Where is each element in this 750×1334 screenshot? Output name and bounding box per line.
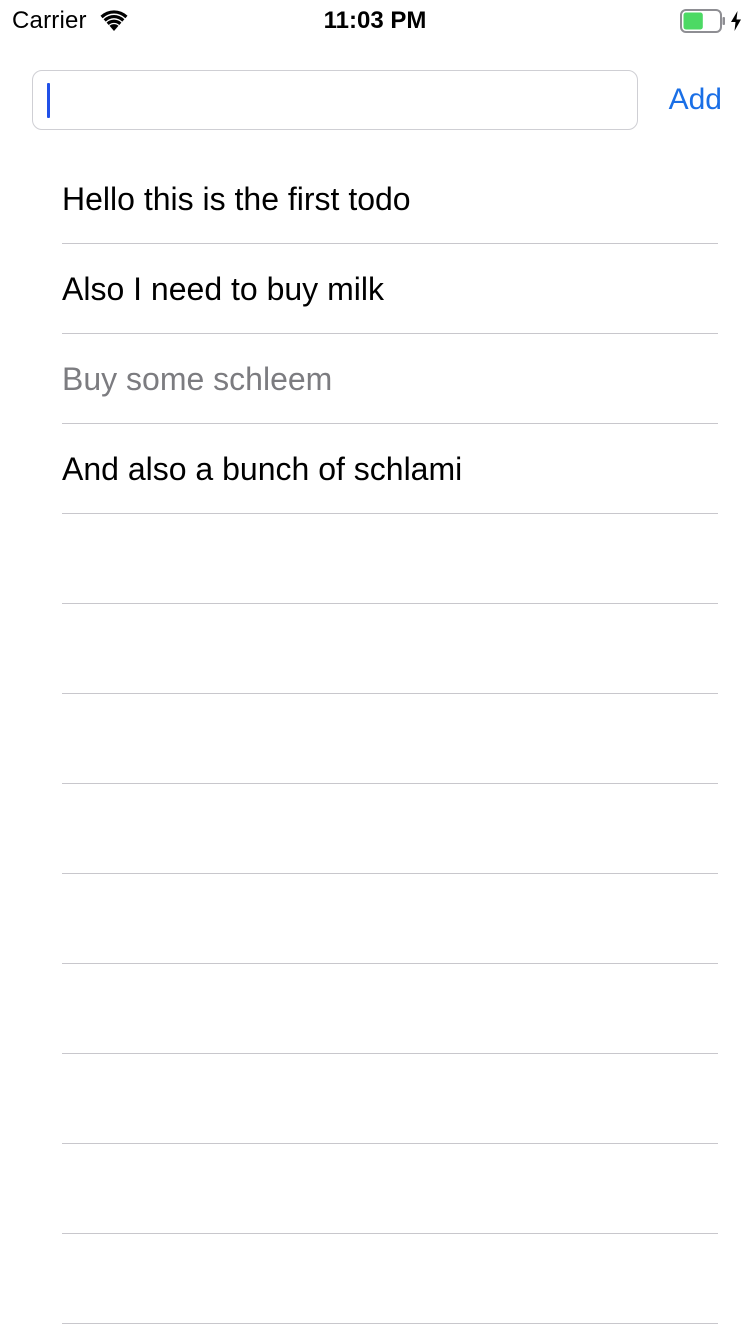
todo-text: Hello this is the first todo bbox=[62, 180, 411, 217]
todo-text: And also a bunch of schlami bbox=[62, 450, 463, 487]
battery-group bbox=[680, 7, 742, 35]
new-todo-row: Add bbox=[32, 70, 722, 130]
todo-text: Also I need to buy milk bbox=[62, 270, 384, 307]
text-cursor bbox=[47, 83, 50, 118]
battery-level-fill bbox=[683, 12, 703, 30]
todo-row[interactable] bbox=[62, 964, 718, 1054]
todo-row[interactable]: And also a bunch of schlami bbox=[62, 424, 718, 514]
todo-row[interactable]: Hello this is the first todo bbox=[62, 154, 718, 244]
todo-row[interactable] bbox=[62, 874, 718, 964]
todo-text: Buy some schleem bbox=[62, 360, 333, 397]
todo-input-box[interactable] bbox=[32, 70, 638, 130]
battery-icon bbox=[680, 9, 725, 33]
todo-row[interactable] bbox=[62, 784, 718, 874]
todo-list: Hello this is the first todo Also I need … bbox=[62, 154, 718, 1324]
todo-row[interactable] bbox=[62, 604, 718, 694]
new-todo-input[interactable] bbox=[43, 77, 627, 123]
add-button[interactable]: Add bbox=[654, 70, 722, 130]
status-time: 11:03 PM bbox=[323, 7, 427, 34]
todo-row[interactable] bbox=[62, 514, 718, 604]
status-bar: Carrier 11:03 PM bbox=[0, 0, 750, 40]
todo-row[interactable] bbox=[62, 1144, 718, 1234]
todo-row[interactable]: Buy some schleem bbox=[62, 334, 718, 424]
todo-row[interactable] bbox=[62, 1234, 718, 1324]
charging-bolt-icon bbox=[731, 11, 741, 31]
todo-row[interactable]: Also I need to buy milk bbox=[62, 244, 718, 334]
todo-row[interactable] bbox=[62, 1054, 718, 1144]
todo-row[interactable] bbox=[62, 694, 718, 784]
